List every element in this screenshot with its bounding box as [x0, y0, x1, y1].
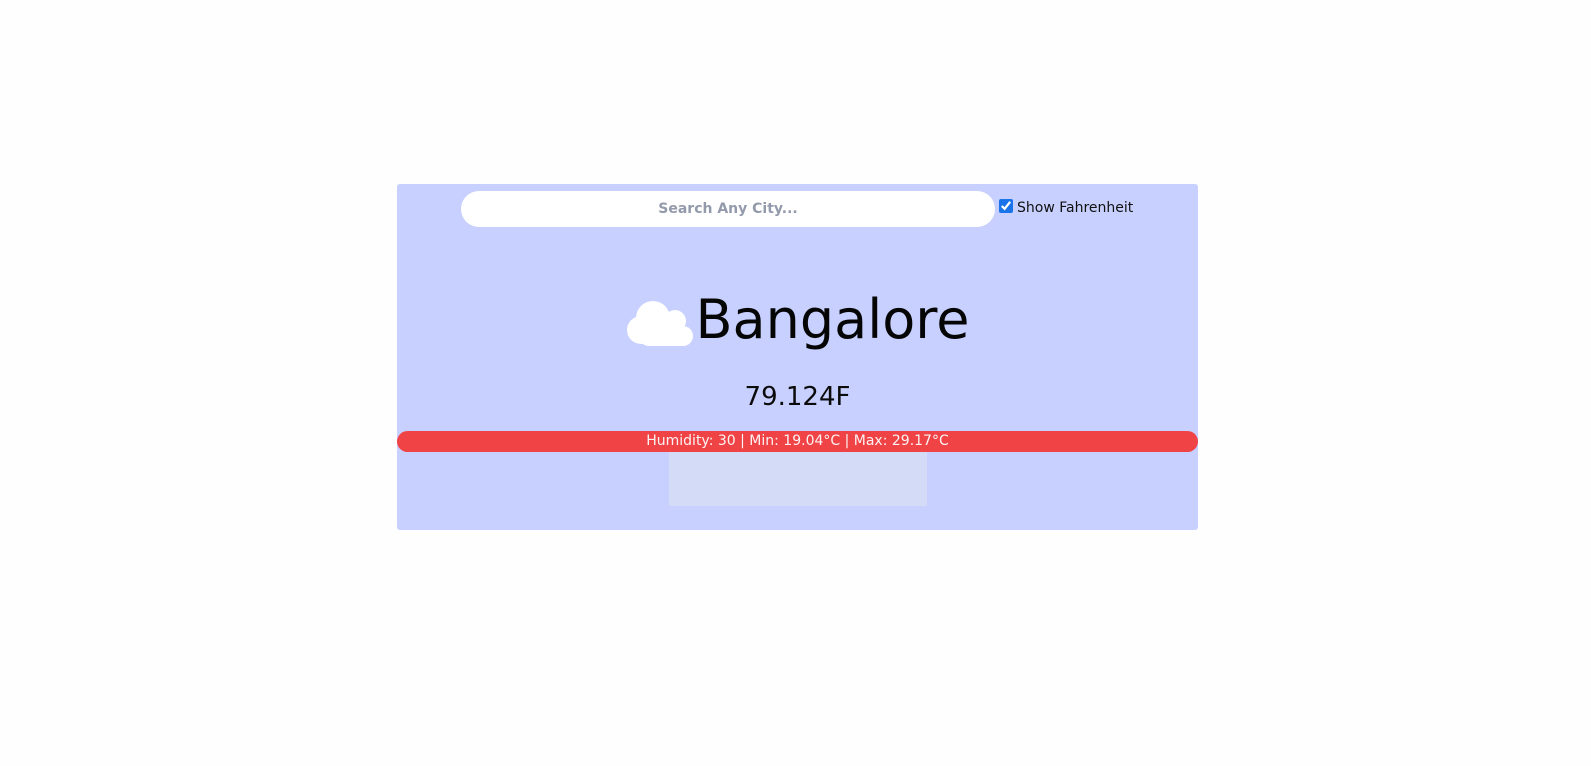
weather-detail-panel	[669, 446, 927, 506]
weather-card: Show Fahrenheit Bangalore 79.124F Humidi…	[397, 184, 1198, 530]
search-input[interactable]	[461, 191, 995, 227]
weather-details-bar: Humidity: 30 | Min: 19.04°C | Max: 29.17…	[397, 431, 1198, 452]
city-name: Bangalore	[695, 288, 970, 351]
search-row: Show Fahrenheit	[461, 191, 1141, 227]
temperature-value: 79.124F	[744, 382, 851, 412]
fahrenheit-checkbox[interactable]	[999, 199, 1013, 213]
fahrenheit-toggle-label: Show Fahrenheit	[1017, 200, 1134, 216]
fahrenheit-toggle[interactable]: Show Fahrenheit	[999, 199, 1134, 216]
city-heading: Bangalore	[397, 285, 1198, 355]
cloud-icon	[625, 296, 695, 348]
